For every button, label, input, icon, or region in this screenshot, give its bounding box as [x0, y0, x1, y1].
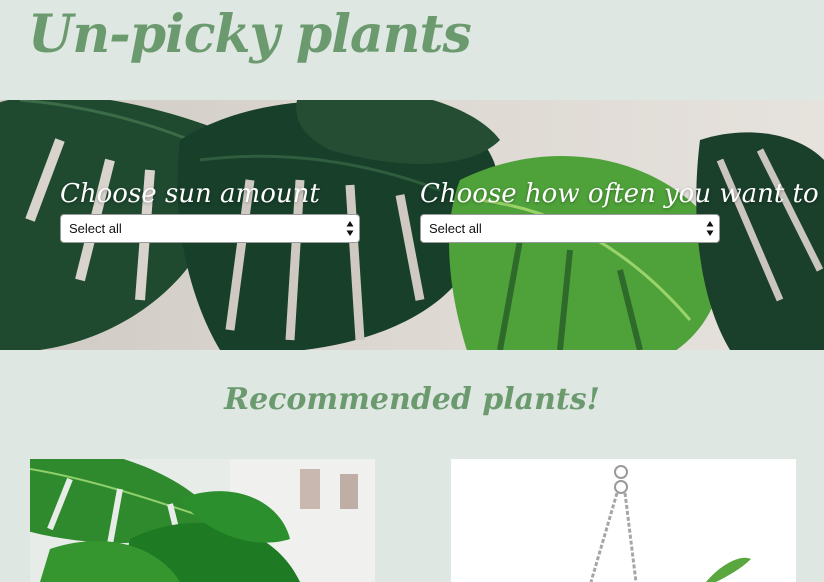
sun-select-value: Select all: [69, 221, 122, 236]
water-select-value: Select all: [429, 221, 482, 236]
sun-filter: Choose sun amount Select all: [60, 174, 360, 243]
water-filter: Choose how often you want to water Selec…: [420, 174, 824, 243]
hero-banner: Choose sun amount Select all Choose how …: [0, 100, 824, 350]
water-filter-label: Choose how often you want to water: [420, 179, 824, 209]
select-arrows-icon: [346, 221, 354, 236]
select-arrows-icon: [706, 221, 714, 236]
site-title: Un-picky plants: [28, 4, 472, 65]
sun-select[interactable]: Select all: [60, 214, 360, 243]
plant-card[interactable]: [30, 459, 375, 582]
sun-filter-label: Choose sun amount: [60, 179, 320, 209]
plant-card[interactable]: [451, 459, 796, 582]
water-select[interactable]: Select all: [420, 214, 720, 243]
hanging-plant-image: [589, 465, 751, 582]
recommended-heading: Recommended plants!: [224, 382, 600, 417]
monstera-plant-image: [30, 459, 375, 582]
